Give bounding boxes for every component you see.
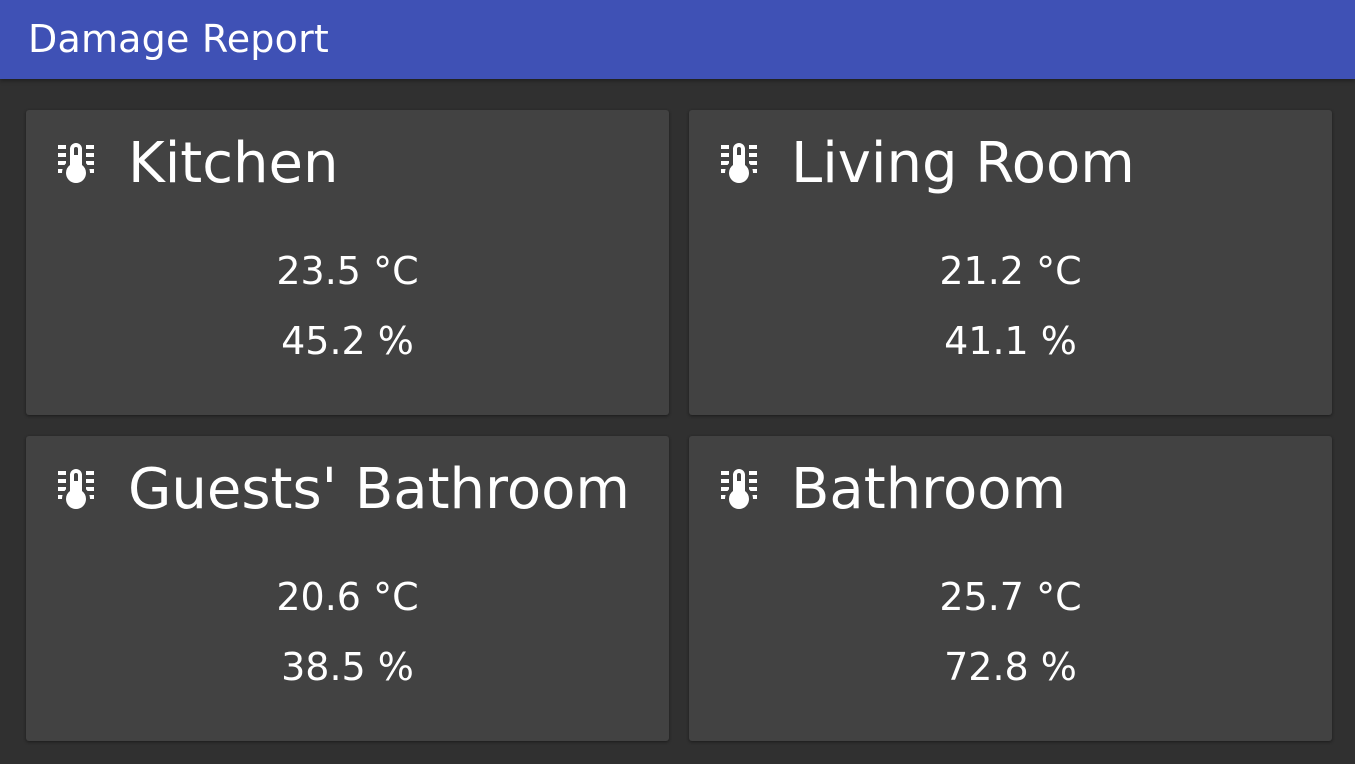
humidity-value: 45.2 % — [281, 319, 414, 363]
thermometer-lines-icon — [58, 469, 94, 509]
app-bar: Damage Report — [0, 0, 1355, 79]
thermometer-lines-icon — [721, 143, 757, 183]
page-title: Damage Report — [28, 17, 329, 61]
humidity-value: 38.5 % — [281, 645, 414, 689]
humidity-value: 41.1 % — [944, 319, 1077, 363]
room-card-guests-bathroom[interactable]: Guests' Bathroom 20.6 °C 38.5 % — [26, 436, 669, 741]
room-name: Kitchen — [128, 131, 339, 196]
room-name: Bathroom — [791, 457, 1067, 522]
temperature-value: 23.5 °C — [276, 249, 419, 293]
room-card-living-room[interactable]: Living Room 21.2 °C 41.1 % — [689, 110, 1332, 415]
room-name: Living Room — [791, 131, 1135, 196]
room-name: Guests' Bathroom — [128, 457, 630, 522]
temperature-value: 25.7 °C — [939, 575, 1082, 619]
room-card-kitchen[interactable]: Kitchen 23.5 °C 45.2 % — [26, 110, 669, 415]
temperature-value: 20.6 °C — [276, 575, 419, 619]
room-card-bathroom[interactable]: Bathroom 25.7 °C 72.8 % — [689, 436, 1332, 741]
thermometer-lines-icon — [58, 143, 94, 183]
temperature-value: 21.2 °C — [939, 249, 1082, 293]
sensor-grid: Kitchen 23.5 °C 45.2 % Living Room 21.2 … — [26, 110, 1332, 741]
humidity-value: 72.8 % — [944, 645, 1077, 689]
thermometer-lines-icon — [721, 469, 757, 509]
